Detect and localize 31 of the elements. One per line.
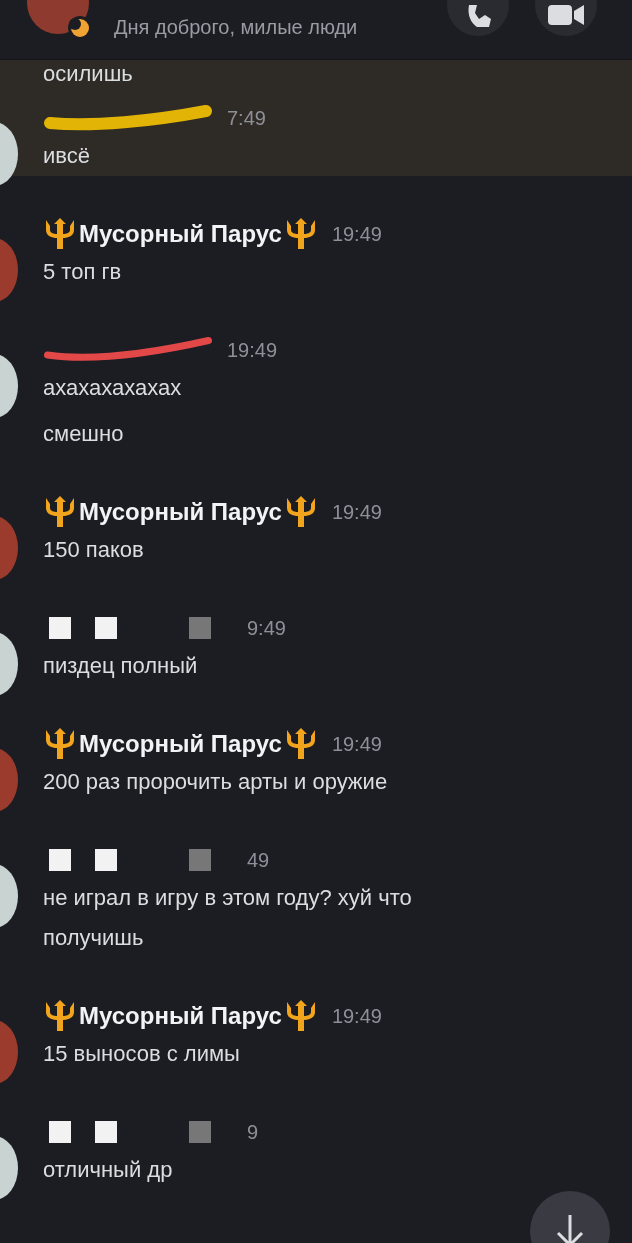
timestamp: 19:49 xyxy=(331,500,382,524)
message-text: ахахахахахах xyxy=(43,374,183,402)
timestamp: 19:49 xyxy=(227,338,278,362)
message-text: 15 выносов с лимы xyxy=(43,1040,241,1068)
message-text: ивсё xyxy=(43,142,91,170)
message-text: 150 паков xyxy=(43,536,145,564)
timestamp: 7:49 xyxy=(227,106,266,130)
timestamp: 19:49 xyxy=(331,222,382,246)
message-text: отличный др xyxy=(43,1156,174,1184)
message-text: 200 раз пророчить арты и оружие xyxy=(43,768,388,796)
video-camera-icon xyxy=(546,5,586,27)
timestamp: 49 xyxy=(247,848,270,872)
trident-icon xyxy=(43,218,77,250)
trident-icon xyxy=(43,728,77,760)
timestamp: 9 xyxy=(247,1120,259,1144)
channel-status: Дня доброго, милые люди xyxy=(114,16,358,39)
trident-icon xyxy=(43,496,77,528)
message-text: осилишь xyxy=(43,60,133,88)
timestamp: 9:49 xyxy=(247,616,286,640)
username[interactable]: Мусорный Парус xyxy=(79,1002,282,1030)
message-text: 5 топ гв xyxy=(43,258,123,286)
message-text: смешно xyxy=(43,420,125,448)
moon-status-icon xyxy=(68,16,92,40)
timestamp: 19:49 xyxy=(331,732,382,756)
username[interactable]: Мусорный Парус xyxy=(79,730,282,758)
timestamp: 19:49 xyxy=(331,1004,382,1028)
username[interactable]: Мусорный Парус xyxy=(79,498,282,526)
trident-icon xyxy=(43,1000,77,1032)
message-text: пиздец полный xyxy=(43,652,199,680)
message-text: не играл в игру в этом году? хуй что получишь xyxy=(43,884,413,952)
username[interactable]: Мусорный Парус xyxy=(79,220,282,248)
